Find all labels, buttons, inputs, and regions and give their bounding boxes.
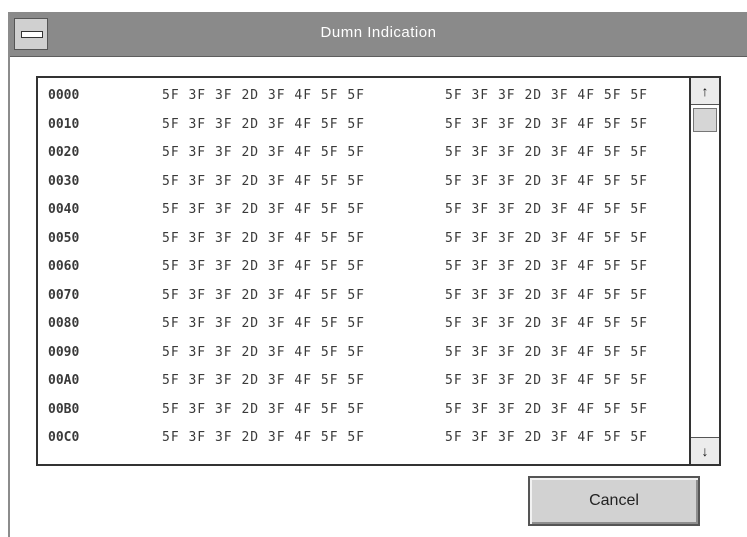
vertical-scrollbar[interactable]: ↑ ↓ [689,78,719,464]
dump-row-bytes-right: 5F 3F 3F 2D 3F 4F 5F 5F [445,230,649,246]
dump-row-address: 00A0 [48,373,80,388]
dump-row-bytes-left: 5F 3F 3F 2D 3F 4F 5F 5F [162,287,366,303]
dump-row-bytes-right: 5F 3F 3F 2D 3F 4F 5F 5F [445,202,649,217]
dump-row-address: 00B0 [48,401,80,417]
dump-row-bytes-right: 5F 3F 3F 2D 3F 4F 5F 5F [445,401,649,417]
dump-row: 0040 5F 3F 3F 2D 3F 4F 5F 5F 5F 3F 3F 2D 3… [48,196,683,225]
dump-row-bytes-left: 5F 3F 3F 2D 3F 4F 5F 5F [162,202,366,217]
dump-row: 0050 5F 3F 3F 2D 3F 4F 5F 5F 5F 3F 3F 2D 3… [48,225,683,254]
dump-row-bytes-right: 5F 3F 3F 2D 3F 4F 5F 5F [445,173,649,189]
dump-row-address: 0070 [48,287,80,303]
arrow-up-icon: ↑ [701,83,709,99]
dump-row: 0010 5F 3F 3F 2D 3F 4F 5F 5F 5F 3F 3F 2D 3… [48,111,683,140]
dump-row: 00A0 5F 3F 3F 2D 3F 4F 5F 5F 5F 3F 3F 2D 3… [48,367,683,396]
dump-list[interactable]: 0000 5F 3F 3F 2D 3F 4F 5F 5F 5F 3F 3F 2D 3… [36,76,721,466]
dump-row-bytes-left: 5F 3F 3F 2D 3F 4F 5F 5F [162,344,366,360]
dump-row: 0070 5F 3F 3F 2D 3F 4F 5F 5F 5F 3F 3F 2D 3… [48,282,683,311]
dump-row-bytes-left: 5F 3F 3F 2D 3F 4F 5F 5F [162,116,366,132]
dump-row-address: 00C0 [48,430,80,445]
dump-row-address: 0010 [48,116,80,132]
dump-row-bytes-right: 5F 3F 3F 2D 3F 4F 5F 5F [445,287,649,303]
dump-row: 0020 5F 3F 3F 2D 3F 4F 5F 5F 5F 3F 3F 2D 3… [48,139,683,168]
dump-row-address: 0040 [48,202,80,217]
dump-row: 0090 5F 3F 3F 2D 3F 4F 5F 5F 5F 3F 3F 2D 3… [48,339,683,368]
dump-row-address: 0020 [48,145,80,160]
dump-row-bytes-right: 5F 3F 3F 2D 3F 4F 5F 5F [445,344,649,360]
dump-row-bytes-left: 5F 3F 3F 2D 3F 4F 5F 5F [162,145,366,160]
dump-row-address: 0000 [48,88,80,103]
dump-row-bytes-right: 5F 3F 3F 2D 3F 4F 5F 5F [445,430,649,445]
dump-row: 00B0 5F 3F 3F 2D 3F 4F 5F 5F 5F 3F 3F 2D 3… [48,396,683,425]
scroll-down-button[interactable]: ↓ [691,437,719,464]
title-bar[interactable]: Dumn Indication [10,12,747,57]
dump-row-address: 0050 [48,230,80,246]
dump-row: 0030 5F 3F 3F 2D 3F 4F 5F 5F 5F 3F 3F 2D 3… [48,168,683,197]
dump-row-bytes-right: 5F 3F 3F 2D 3F 4F 5F 5F [445,316,649,331]
dump-row-bytes-right: 5F 3F 3F 2D 3F 4F 5F 5F [445,116,649,132]
dump-row: 00C0 5F 3F 3F 2D 3F 4F 5F 5F 5F 3F 3F 2D 3… [48,424,683,453]
dump-row-bytes-left: 5F 3F 3F 2D 3F 4F 5F 5F [162,88,366,103]
dump-row-bytes-left: 5F 3F 3F 2D 3F 4F 5F 5F [162,373,366,388]
dump-rows: 0000 5F 3F 3F 2D 3F 4F 5F 5F 5F 3F 3F 2D 3… [48,82,683,464]
dump-row: 0080 5F 3F 3F 2D 3F 4F 5F 5F 5F 3F 3F 2D 3… [48,310,683,339]
dump-row: 0000 5F 3F 3F 2D 3F 4F 5F 5F 5F 3F 3F 2D 3… [48,82,683,111]
scrollbar-thumb[interactable] [693,108,717,132]
dump-row-bytes-left: 5F 3F 3F 2D 3F 4F 5F 5F [162,401,366,417]
dump-row-bytes-right: 5F 3F 3F 2D 3F 4F 5F 5F [445,145,649,160]
dump-row-address: 0080 [48,316,80,331]
dump-dialog-window: Dumn Indication 0000 5F 3F 3F 2D 3F 4F 5F… [8,12,747,537]
dump-row-address: 0090 [48,344,80,360]
dump-row-address: 0030 [48,173,80,189]
dump-row-bytes-left: 5F 3F 3F 2D 3F 4F 5F 5F [162,173,366,189]
window-title: Dumn Indication [320,24,437,41]
arrow-down-icon: ↓ [701,443,709,459]
dump-row-bytes-right: 5F 3F 3F 2D 3F 4F 5F 5F [445,259,649,274]
dump-row-bytes-left: 5F 3F 3F 2D 3F 4F 5F 5F [162,316,366,331]
dump-row-bytes-right: 5F 3F 3F 2D 3F 4F 5F 5F [445,88,649,103]
dump-row-bytes-right: 5F 3F 3F 2D 3F 4F 5F 5F [445,373,649,388]
dump-row-bytes-left: 5F 3F 3F 2D 3F 4F 5F 5F [162,430,366,445]
dump-row: 0060 5F 3F 3F 2D 3F 4F 5F 5F 5F 3F 3F 2D 3… [48,253,683,282]
dump-row-address: 0060 [48,259,80,274]
dump-row-bytes-left: 5F 3F 3F 2D 3F 4F 5F 5F [162,259,366,274]
scroll-up-button[interactable]: ↑ [691,78,719,105]
cancel-button[interactable]: Cancel [528,476,700,526]
dump-row-bytes-left: 5F 3F 3F 2D 3F 4F 5F 5F [162,230,366,246]
